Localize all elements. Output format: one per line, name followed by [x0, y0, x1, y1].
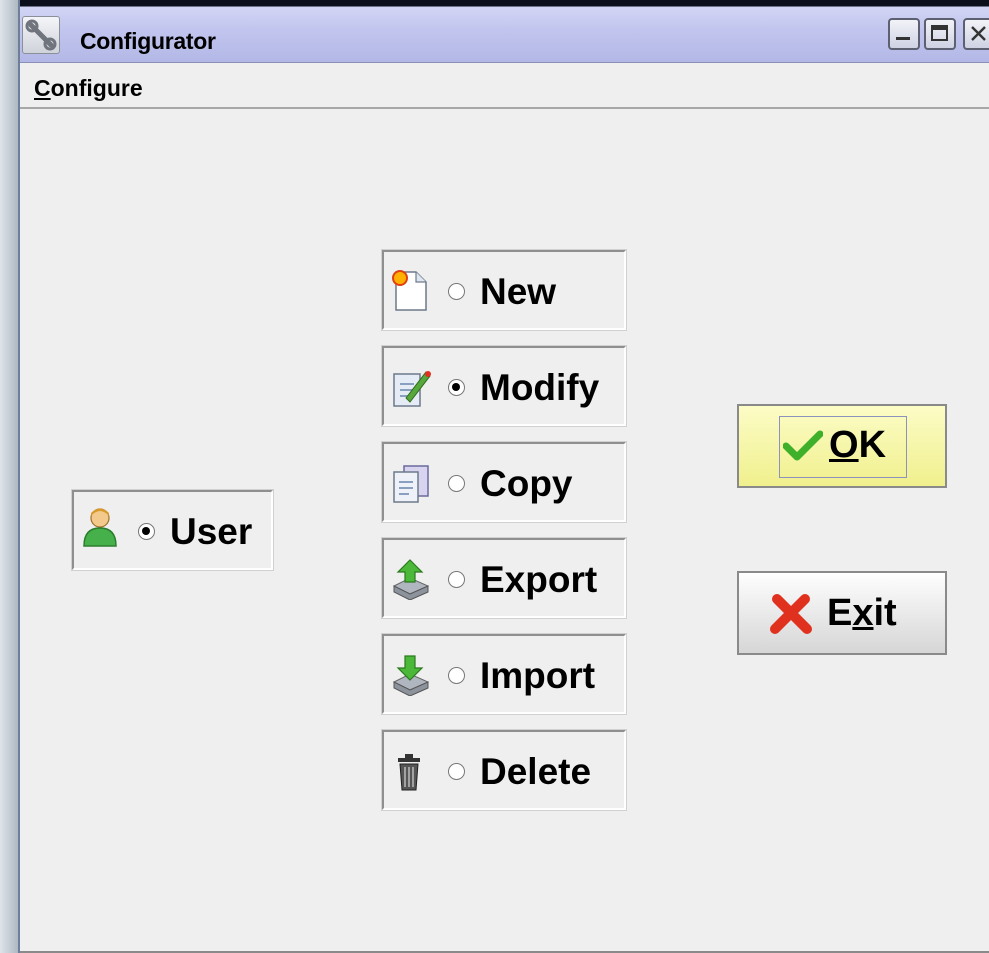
exit-label-post: it: [873, 592, 897, 634]
minimize-button[interactable]: [888, 18, 920, 50]
option-import[interactable]: Import: [381, 633, 627, 715]
option-new-label: New: [480, 271, 557, 312]
import-icon: [392, 655, 430, 696]
ok-mnemonic: O: [829, 424, 859, 466]
menu-configure-label: onfigure: [50, 75, 143, 101]
new-document-icon: [392, 270, 427, 311]
checkmark-icon: [783, 430, 823, 461]
option-import-label: Import: [480, 655, 596, 696]
ok-label-rest: K: [858, 424, 887, 466]
copy-document-icon: [393, 465, 429, 503]
maximize-button[interactable]: [924, 18, 956, 50]
window-title: Configurator: [80, 28, 216, 54]
minimize-icon: [896, 37, 910, 40]
radio-delete[interactable]: [448, 763, 465, 780]
menu-bar: Configure: [20, 63, 989, 109]
trash-icon: [398, 754, 420, 791]
option-copy-label: Copy: [480, 463, 573, 504]
option-export[interactable]: Export: [381, 537, 627, 619]
close-button[interactable]: [963, 18, 989, 50]
radio-copy[interactable]: [448, 475, 465, 492]
title-bar[interactable]: Configurator: [20, 0, 989, 63]
edit-document-icon: [393, 371, 431, 407]
user-icon: [83, 508, 117, 547]
radio-import[interactable]: [448, 667, 465, 684]
exit-button-label: Exit: [827, 592, 897, 635]
option-delete[interactable]: Delete: [381, 729, 627, 811]
option-user[interactable]: User: [71, 489, 274, 571]
menu-configure-mnemonic: C: [34, 75, 51, 101]
option-new[interactable]: New: [381, 249, 627, 331]
ok-button-label: OK: [829, 424, 886, 467]
close-icon: [971, 26, 986, 41]
option-user-label: User: [170, 511, 253, 552]
exit-button[interactable]: Exit: [737, 571, 947, 655]
configurator-window: Configurator Configure User New Modify C…: [18, 0, 989, 953]
option-copy[interactable]: Copy: [381, 441, 627, 523]
option-delete-label: Delete: [480, 751, 592, 792]
ok-button[interactable]: OK: [737, 404, 947, 488]
radio-export[interactable]: [448, 571, 465, 588]
export-icon: [392, 559, 430, 600]
radio-modify[interactable]: [448, 379, 465, 396]
radio-user[interactable]: [138, 523, 155, 540]
wrench-icon[interactable]: [22, 16, 60, 54]
radio-new[interactable]: [448, 283, 465, 300]
option-export-label: Export: [480, 559, 598, 600]
option-modify-label: Modify: [480, 367, 600, 408]
x-icon: [770, 594, 812, 634]
maximize-icon: [931, 25, 948, 41]
exit-mnemonic: x: [852, 592, 874, 634]
exit-label-pre: E: [827, 592, 853, 634]
menu-configure[interactable]: Configure: [34, 75, 143, 102]
option-modify[interactable]: Modify: [381, 345, 627, 427]
